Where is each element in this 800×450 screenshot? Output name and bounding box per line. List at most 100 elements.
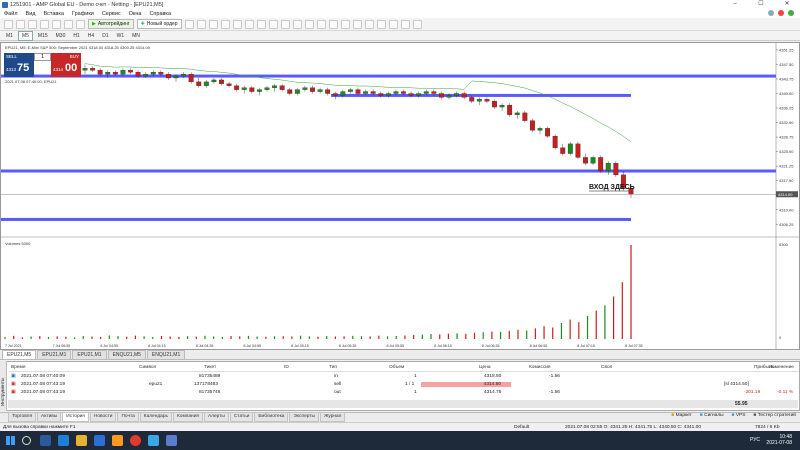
- candle-body[interactable]: [97, 70, 103, 75]
- lot-input[interactable]: 1: [34, 53, 51, 61]
- new-chart-icon[interactable]: [4, 19, 13, 29]
- candle-chart-icon[interactable]: [196, 19, 206, 29]
- market-button[interactable]: ■ Маркет: [671, 413, 692, 418]
- data-window-icon[interactable]: [40, 19, 49, 29]
- indicators-icon[interactable]: [280, 19, 290, 29]
- support-resistance-level[interactable]: [1, 74, 776, 78]
- candle-body[interactable]: [560, 147, 566, 154]
- candle-body[interactable]: [590, 157, 596, 164]
- timeframe-m1[interactable]: M1: [3, 32, 16, 40]
- templates-icon[interactable]: [304, 19, 314, 29]
- history-row[interactable]: ▣ 2021.07.08 07:43:19 epu21 137178483 se…: [9, 381, 799, 389]
- candle-body[interactable]: [416, 93, 422, 96]
- tab-library[interactable]: Библиотека: [254, 412, 289, 422]
- support-resistance-level[interactable]: [331, 93, 631, 97]
- explorer-icon[interactable]: [76, 435, 87, 446]
- candle-body[interactable]: [363, 91, 369, 94]
- candle-body[interactable]: [158, 72, 164, 75]
- shapes-icon[interactable]: [412, 19, 422, 29]
- candle-body[interactable]: [279, 85, 285, 90]
- col-volume[interactable]: Объем: [389, 365, 404, 370]
- cursor-icon[interactable]: [316, 19, 326, 29]
- candle-body[interactable]: [112, 72, 118, 75]
- timeframe-d1[interactable]: D1: [99, 32, 111, 40]
- profiles-icon[interactable]: [16, 19, 25, 29]
- candle-body[interactable]: [484, 99, 490, 102]
- mail-icon[interactable]: [94, 435, 105, 446]
- candle-body[interactable]: [135, 72, 141, 77]
- candle-body[interactable]: [294, 89, 300, 94]
- menu-tools[interactable]: Сервис: [102, 11, 121, 17]
- firefox-icon[interactable]: [112, 435, 123, 446]
- candle-body[interactable]: [499, 104, 505, 108]
- menu-view[interactable]: Вид: [26, 11, 36, 17]
- autotrading-button[interactable]: ▶ Автотрейдинг: [88, 19, 134, 29]
- chrome-icon[interactable]: [130, 435, 141, 446]
- tab-experts[interactable]: Эксперты: [289, 412, 319, 422]
- candle-body[interactable]: [613, 163, 619, 176]
- text-icon[interactable]: [400, 19, 410, 29]
- candle-body[interactable]: [105, 72, 111, 75]
- candle-body[interactable]: [605, 163, 611, 172]
- crosshair-icon[interactable]: [328, 19, 338, 29]
- col-commission[interactable]: Комиссия: [529, 365, 551, 370]
- support-resistance-level[interactable]: [1, 217, 631, 221]
- edge-icon[interactable]: [58, 435, 69, 446]
- chart-shift-icon[interactable]: [268, 19, 278, 29]
- candle-body[interactable]: [128, 70, 133, 73]
- candle-body[interactable]: [173, 75, 179, 79]
- chart-window[interactable]: EPU21, M5: E-Mini S&P 500: September 202…: [0, 42, 800, 350]
- candle-body[interactable]: [385, 93, 391, 96]
- history-row[interactable]: ▣ 2021.07.08 07:43:19 81735748 out 1 431…: [9, 389, 799, 397]
- periods-icon[interactable]: [292, 19, 302, 29]
- support-resistance-level[interactable]: [1, 169, 776, 173]
- candle-body[interactable]: [317, 89, 323, 92]
- candle-body[interactable]: [378, 93, 384, 96]
- candle-body[interactable]: [120, 70, 126, 75]
- timeframe-m5[interactable]: M5: [17, 30, 33, 41]
- col-time[interactable]: Время: [11, 365, 25, 370]
- candle-body[interactable]: [196, 81, 202, 86]
- autoscroll-icon[interactable]: [256, 19, 266, 29]
- candle-body[interactable]: [90, 68, 96, 71]
- menu-file[interactable]: Файл: [4, 11, 18, 17]
- chart-tab-epu21-m1[interactable]: EPU21,M1: [37, 350, 72, 360]
- candle-body[interactable]: [143, 73, 149, 77]
- signals-button[interactable]: ■ Сигналы: [700, 413, 724, 418]
- search-icon[interactable]: [768, 10, 774, 16]
- chart-tab-enqu21-m1[interactable]: ENQU21,M1: [146, 350, 186, 360]
- candle-body[interactable]: [203, 81, 209, 86]
- tab-assets[interactable]: Активы: [37, 412, 62, 422]
- candle-body[interactable]: [408, 93, 414, 96]
- sell-button[interactable]: SELL 4313 75: [4, 53, 34, 77]
- price-chart[interactable]: EPU21, M5: E-Mini S&P 500: September 202…: [1, 43, 799, 349]
- clock[interactable]: 10:48 2021-07-08: [766, 434, 792, 446]
- history-row[interactable]: ▣ 2021.07.08 07:40:09 81735489 in 1 4318…: [9, 373, 799, 381]
- minimize-button[interactable]: –: [722, 0, 748, 9]
- candle-body[interactable]: [575, 143, 581, 158]
- candle-body[interactable]: [583, 157, 588, 164]
- candle-body[interactable]: [355, 89, 361, 94]
- telegram-icon[interactable]: [148, 435, 159, 446]
- trendline-icon[interactable]: [364, 19, 374, 29]
- horizontal-line-icon[interactable]: [352, 19, 362, 29]
- candle-body[interactable]: [181, 73, 187, 77]
- candle-body[interactable]: [423, 91, 429, 94]
- tab-company[interactable]: Компания: [173, 412, 203, 422]
- menu-help[interactable]: Справка: [149, 11, 171, 17]
- strategy-tester-button[interactable]: ■ Тестер стратегий: [753, 413, 796, 418]
- windows-start-icon[interactable]: [6, 436, 15, 445]
- tab-calendar[interactable]: Календарь: [139, 412, 173, 422]
- vertical-line-icon[interactable]: [340, 19, 350, 29]
- candle-body[interactable]: [256, 89, 262, 92]
- col-price[interactable]: Цена: [479, 365, 491, 370]
- candle-body[interactable]: [302, 87, 308, 90]
- candle-body[interactable]: [150, 72, 156, 75]
- candle-body[interactable]: [454, 93, 460, 96]
- chart-tab-epu21-m1-2[interactable]: EPU21,M1: [72, 350, 107, 360]
- candle-body[interactable]: [272, 85, 278, 88]
- col-type[interactable]: Тип: [329, 365, 337, 370]
- candle-body[interactable]: [249, 87, 255, 92]
- candle-body[interactable]: [370, 91, 376, 94]
- candle-body[interactable]: [522, 112, 528, 121]
